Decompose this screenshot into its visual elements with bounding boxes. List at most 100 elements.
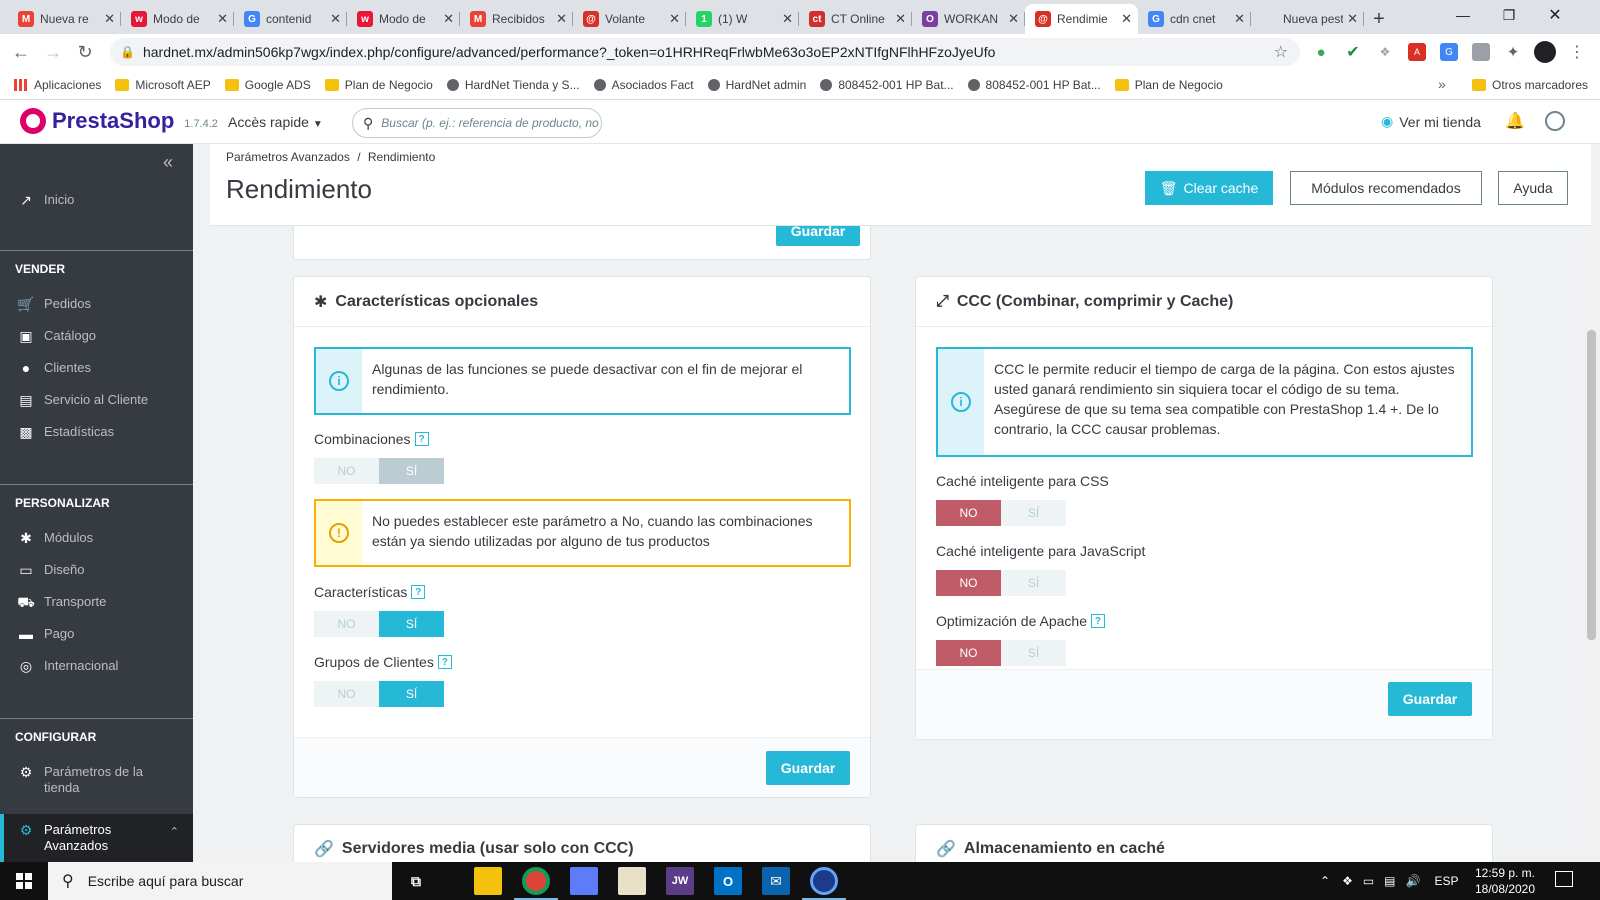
minimize-icon[interactable]: — — [1440, 0, 1486, 30]
customer-groups-switch[interactable]: NO SÍ — [314, 681, 444, 707]
notes-icon[interactable] — [618, 867, 646, 895]
close-tab-icon[interactable]: ✕ — [330, 11, 341, 27]
browser-tab[interactable]: @ Rendimie ✕ — [1025, 4, 1138, 34]
employee-avatar[interactable] — [1545, 111, 1565, 131]
close-tab-icon[interactable]: ✕ — [443, 11, 454, 27]
jw-app-icon[interactable]: JW — [666, 867, 694, 895]
task-view-icon[interactable]: ⧉ — [402, 867, 430, 895]
bookmark-item[interactable]: HardNet Tienda y S... — [446, 78, 580, 92]
close-tab-icon[interactable]: ✕ — [782, 11, 793, 27]
help-icon[interactable]: ? — [437, 655, 452, 669]
bookmark-item[interactable]: Microsoft AEP — [115, 78, 211, 92]
dropbox-icon[interactable]: ❖ — [1376, 43, 1394, 61]
save-button[interactable]: Guardar — [1388, 682, 1472, 716]
js-cache-switch[interactable]: NO SÍ — [936, 570, 1066, 596]
sidebar-item-parametros-tienda[interactable]: ⚙ Parámetros de la tienda — [0, 764, 193, 796]
taskbar-search-input[interactable]: ⚲ Escribe aquí para buscar — [48, 862, 392, 900]
back-icon[interactable]: ← — [6, 42, 36, 63]
pdf-icon[interactable]: A — [1408, 43, 1426, 61]
windows-start-button[interactable] — [0, 862, 48, 900]
sidebar-item-estadisticas[interactable]: ▩ Estadísticas — [0, 424, 193, 441]
browser-tab[interactable]: Gcontenid ✕ — [234, 4, 347, 34]
notification-icon[interactable] — [1555, 871, 1573, 887]
outlook-icon[interactable]: O — [714, 867, 742, 895]
breadcrumb-item[interactable]: Parámetros Avanzados — [226, 150, 350, 164]
close-tab-icon[interactable]: ✕ — [895, 11, 906, 27]
prestashop-logo[interactable]: PrestaShop 1.7.4.2 — [20, 108, 218, 134]
sidebar-item-inicio[interactable]: ↗ Inicio — [0, 192, 193, 209]
bookmark-item[interactable]: Aplicaciones — [14, 78, 101, 92]
bookmark-item[interactable]: Google ADS — [224, 78, 311, 92]
bookmark-item[interactable]: 808452-001 HP Bat... — [967, 78, 1101, 92]
browser-tab[interactable]: O WORKAN ✕ — [912, 4, 1025, 34]
close-tab-icon[interactable]: ✕ — [556, 11, 567, 27]
calculator-icon[interactable] — [570, 867, 598, 895]
forward-icon[interactable]: → — [38, 42, 68, 63]
close-tab-icon[interactable]: ✕ — [217, 11, 228, 27]
volume-icon[interactable]: 🔊 — [1406, 874, 1421, 888]
sidebar-item-pago[interactable]: ▬ Pago — [0, 626, 193, 642]
star-icon[interactable]: ☆ — [1274, 42, 1288, 62]
browser-tab[interactable]: M Recibidos ✕ — [460, 4, 573, 34]
browser-tab[interactable]: w Modo de ✕ — [347, 4, 460, 34]
reload-icon[interactable]: ↻ — [70, 42, 100, 63]
view-shop-link[interactable]: ◉ Ver mi tienda — [1381, 113, 1481, 130]
dropbox-icon[interactable]: ❖ — [1342, 874, 1353, 888]
sidebar-item-internacional[interactable]: ◎ Internacional — [0, 658, 193, 675]
clear-cache-button[interactable]: 🗑 Clear cache — [1145, 171, 1273, 205]
bookmarks-more[interactable]: » — [1438, 76, 1446, 92]
close-tab-icon[interactable]: ✕ — [1121, 11, 1132, 27]
quick-access-dropdown[interactable]: Accès rapide ▼ — [228, 114, 323, 130]
sidebar-item-diseno[interactable]: ▭ Diseño — [0, 562, 193, 579]
chevron-up-icon[interactable]: ⌃ — [1320, 874, 1330, 888]
url-bar[interactable]: 🔒 hardnet.mx/admin506kp7wgx/index.php/co… — [110, 38, 1300, 66]
sidebar-item-parametros-avanzados[interactable]: ⚙ Parámetros Avanzados ⌃ — [0, 814, 193, 862]
apache-optimization-switch[interactable]: NO SÍ — [936, 640, 1066, 666]
close-tab-icon[interactable]: ✕ — [1008, 11, 1019, 27]
sidebar-item-servicio[interactable]: ▤ Servicio al Cliente — [0, 392, 193, 409]
scrollbar-thumb[interactable] — [1587, 330, 1596, 640]
bookmark-item[interactable]: Plan de Negocio — [324, 78, 433, 92]
help-icon[interactable]: ? — [1090, 614, 1105, 628]
extensions-puzzle-icon[interactable]: ✦ — [1504, 43, 1522, 61]
check-extension-icon[interactable]: ✔ — [1344, 43, 1362, 61]
close-tab-icon[interactable]: ✕ — [1347, 11, 1358, 27]
save-button[interactable]: Guardar — [776, 226, 860, 246]
help-icon[interactable]: ? — [411, 585, 426, 599]
mail-icon[interactable]: ✉ — [762, 867, 790, 895]
evernote-icon[interactable]: ● — [1312, 43, 1330, 61]
close-window-icon[interactable]: ✕ — [1532, 0, 1578, 30]
collapse-sidebar-icon[interactable]: « — [163, 152, 173, 173]
file-explorer-icon[interactable] — [474, 867, 502, 895]
browser-tab[interactable]: w Modo de ✕ — [121, 4, 234, 34]
translate-icon[interactable]: G — [1440, 43, 1458, 61]
browser-tab[interactable]: 1 (1) W ✕ — [686, 4, 799, 34]
sidebar-item-pedidos[interactable]: 🛒 Pedidos — [0, 296, 193, 313]
sidebar-item-clientes[interactable]: ● Clientes — [0, 360, 193, 376]
battery-icon[interactable]: ▭ — [1363, 874, 1374, 888]
help-icon[interactable]: ? — [414, 432, 429, 446]
browser-tab[interactable]: Nueva pestañ✕ — [1251, 4, 1364, 34]
bookmark-item[interactable]: 808452-001 HP Bat... — [820, 78, 954, 92]
bell-icon[interactable]: 🔔 — [1505, 111, 1525, 131]
other-bookmarks[interactable]: Otros marcadores — [1472, 78, 1588, 92]
help-button[interactable]: Ayuda — [1498, 171, 1568, 205]
sidebar-item-transporte[interactable]: ⛟ Transporte — [0, 594, 193, 613]
css-cache-switch[interactable]: NO SÍ — [936, 500, 1066, 526]
browser-tab[interactable]: M Nueva re ✕ — [8, 4, 121, 34]
browser-tab[interactable]: @ Volante ✕ — [573, 4, 686, 34]
combinations-switch[interactable]: NO SÍ — [314, 458, 444, 484]
close-tab-icon[interactable]: ✕ — [1234, 11, 1245, 27]
new-tab-button[interactable]: + — [1364, 4, 1394, 34]
chrome-menu-icon[interactable]: ⋮ — [1568, 43, 1586, 61]
clock[interactable]: 12:59 p. m. 18/08/2020 — [1470, 865, 1540, 897]
page-scrollbar[interactable] — [1583, 226, 1600, 862]
recommended-modules-button[interactable]: Módulos recomendados — [1290, 171, 1482, 205]
close-tab-icon[interactable]: ✕ — [104, 11, 115, 27]
save-button[interactable]: Guardar — [766, 751, 850, 785]
sidebar-item-catalogo[interactable]: ▣ Catálogo — [0, 328, 193, 345]
chrome-icon[interactable] — [522, 867, 550, 895]
profile-avatar[interactable] — [1534, 41, 1556, 63]
sidebar-item-modulos[interactable]: ✱ Módulos — [0, 530, 193, 547]
browser-tab[interactable]: Gcdn cnet ✕ — [1138, 4, 1251, 34]
